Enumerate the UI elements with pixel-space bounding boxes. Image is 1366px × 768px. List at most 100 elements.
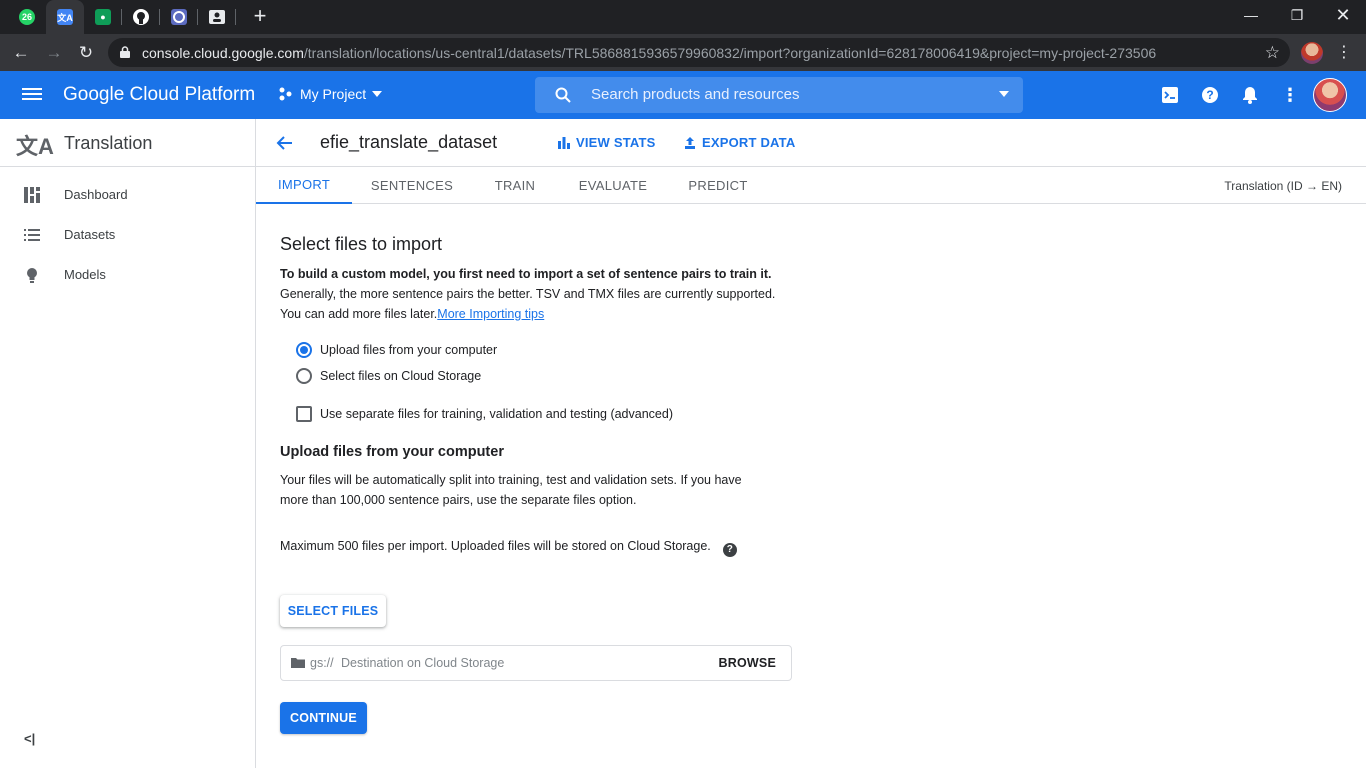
intro-line-3: You can add more files later. bbox=[280, 307, 438, 321]
radio-storage-option[interactable]: Select files on Cloud Storage bbox=[296, 368, 481, 384]
language-pair: Translation (ID → EN) bbox=[1224, 179, 1342, 193]
radio-unselected[interactable] bbox=[296, 368, 312, 384]
minimize-button[interactable]: — bbox=[1228, 0, 1274, 30]
tab-divider bbox=[235, 9, 236, 25]
max-files-note: Maximum 500 files per import. Uploaded f… bbox=[280, 536, 820, 557]
sidebar-item-label: Datasets bbox=[64, 227, 116, 242]
browse-button[interactable]: BROWSE bbox=[719, 656, 776, 670]
destination-field: gs:// BROWSE bbox=[280, 645, 792, 681]
tab-evaluate[interactable]: EVALUATE bbox=[568, 167, 658, 204]
browser-tab-contact[interactable] bbox=[198, 0, 236, 34]
restore-button[interactable]: ❐ bbox=[1274, 0, 1320, 30]
upload-desc-line-2: more than 100,000 sentence pairs, use th… bbox=[280, 493, 637, 507]
reload-button[interactable]: ↻ bbox=[73, 40, 99, 66]
radio-storage-label: Select files on Cloud Storage bbox=[320, 369, 482, 383]
chevron-down-icon bbox=[372, 91, 383, 97]
sidebar-item-label: Models bbox=[64, 267, 106, 282]
help-icon[interactable]: ? bbox=[1200, 85, 1220, 105]
github-icon bbox=[133, 9, 149, 25]
translate-icon: 文A bbox=[16, 134, 54, 159]
search-bar[interactable]: Search products and resources bbox=[535, 77, 1023, 113]
help-circle-icon[interactable]: ? bbox=[722, 543, 737, 557]
classroom-icon: ● bbox=[95, 9, 111, 25]
gcp-header: Google Cloud Platform My Project Search … bbox=[0, 71, 1366, 119]
url-path: /translation/locations/us-central1/datas… bbox=[303, 45, 1157, 61]
more-options-icon[interactable]: ⋮ bbox=[1280, 85, 1300, 105]
forward-nav-button[interactable]: → bbox=[41, 40, 67, 66]
back-arrow-icon[interactable] bbox=[274, 132, 296, 154]
select-files-button[interactable]: SELECT FILES bbox=[280, 595, 386, 627]
browser-profile-avatar[interactable] bbox=[1301, 42, 1323, 64]
tab-predict[interactable]: PREDICT bbox=[678, 167, 758, 204]
view-stats-button[interactable]: VIEW STATS bbox=[558, 135, 656, 150]
main-content: efie_translate_dataset VIEW STATS EXPORT… bbox=[256, 119, 1366, 768]
export-icon bbox=[685, 136, 695, 149]
app-icon bbox=[171, 9, 187, 25]
importing-tips-link[interactable]: More Importing tips bbox=[437, 307, 544, 321]
folder-icon bbox=[291, 658, 305, 668]
lightbulb-icon bbox=[27, 268, 37, 283]
export-data-button[interactable]: EXPORT DATA bbox=[684, 135, 795, 150]
url-text: console.cloud.google.com/translation/loc… bbox=[142, 45, 1156, 61]
browser-tab-strip: 26 文A ● + — ❐ ✕ bbox=[0, 0, 1366, 34]
sidebar-item-dashboard[interactable]: Dashboard bbox=[0, 175, 255, 215]
sidebar-item-datasets[interactable]: Datasets bbox=[0, 215, 255, 255]
upload-desc-line-1: Your files will be automatically split i… bbox=[280, 473, 742, 487]
dataset-tabs: IMPORT SENTENCES TRAIN EVALUATE PREDICT … bbox=[256, 167, 1366, 204]
collapse-sidebar-button[interactable]: <| bbox=[24, 731, 35, 746]
hamburger-menu-icon[interactable] bbox=[20, 85, 44, 105]
dashboard-icon bbox=[24, 187, 40, 203]
browser-menu-icon[interactable]: ⋮ bbox=[1336, 42, 1352, 62]
continue-button[interactable]: CONTINUE bbox=[280, 702, 367, 734]
whatsapp-icon: 26 bbox=[19, 9, 35, 25]
notifications-bell-icon[interactable] bbox=[1240, 85, 1260, 105]
browser-tab-whatsapp[interactable]: 26 bbox=[8, 0, 46, 34]
dataset-name: efie_translate_dataset bbox=[320, 132, 498, 152]
back-nav-button[interactable]: ← bbox=[8, 40, 34, 66]
browser-tab-translation[interactable]: 文A bbox=[46, 0, 84, 34]
intro-line-2: Generally, the more sentence pairs the b… bbox=[280, 287, 776, 301]
search-icon bbox=[555, 87, 571, 103]
intro-text: To build a custom model, you first need … bbox=[280, 264, 820, 324]
upload-description: Your files will be automatically split i… bbox=[280, 470, 800, 510]
tab-train[interactable]: TRAIN bbox=[482, 167, 548, 204]
export-data-label: EXPORT DATA bbox=[702, 135, 796, 150]
max-files-text: Maximum 500 files per import. Uploaded f… bbox=[280, 539, 711, 553]
tab-import[interactable]: IMPORT bbox=[256, 167, 352, 204]
browser-toolbar: ← → ↻ console.cloud.google.com/translati… bbox=[0, 34, 1366, 71]
project-icon bbox=[279, 87, 292, 101]
sidebar-item-models[interactable]: Models bbox=[0, 255, 255, 295]
address-bar[interactable]: console.cloud.google.com/translation/loc… bbox=[108, 38, 1290, 67]
radio-selected[interactable] bbox=[296, 342, 312, 358]
svg-text:?: ? bbox=[1206, 88, 1213, 102]
list-icon bbox=[24, 229, 40, 241]
search-dropdown-icon[interactable] bbox=[999, 91, 1009, 97]
view-stats-label: VIEW STATS bbox=[576, 135, 656, 150]
gs-prefix: gs:// bbox=[310, 656, 334, 670]
bookmark-star-icon[interactable]: ☆ bbox=[1265, 43, 1280, 63]
url-host: console.cloud.google.com bbox=[142, 45, 304, 61]
bar-chart-icon bbox=[558, 136, 570, 149]
dataset-title-bar: efie_translate_dataset VIEW STATS EXPORT… bbox=[256, 119, 1366, 167]
sidebar-header: 文A Translation bbox=[0, 119, 255, 167]
gcp-brand[interactable]: Google Cloud Platform bbox=[63, 84, 255, 106]
browser-tab-app[interactable] bbox=[160, 0, 198, 34]
lock-icon bbox=[120, 46, 130, 58]
section-title: Select files to import bbox=[280, 234, 443, 254]
project-selector[interactable]: My Project bbox=[278, 86, 383, 102]
separate-files-label: Use separate files for training, validat… bbox=[320, 407, 673, 421]
separate-files-option[interactable]: Use separate files for training, validat… bbox=[296, 406, 673, 422]
browser-tab-classroom[interactable]: ● bbox=[84, 0, 122, 34]
destination-input[interactable] bbox=[341, 653, 681, 673]
radio-upload-option[interactable]: Upload files from your computer bbox=[296, 342, 497, 358]
user-avatar[interactable] bbox=[1313, 78, 1347, 112]
cloud-shell-icon[interactable] bbox=[1160, 85, 1180, 105]
tab-sentences[interactable]: SENTENCES bbox=[360, 167, 464, 204]
translate-icon: 文A bbox=[57, 9, 73, 25]
close-window-button[interactable]: ✕ bbox=[1320, 0, 1366, 30]
radio-upload-label: Upload files from your computer bbox=[320, 343, 498, 357]
browser-tab-github[interactable] bbox=[122, 0, 160, 34]
separate-files-checkbox[interactable] bbox=[296, 406, 312, 422]
search-placeholder: Search products and resources bbox=[591, 86, 800, 103]
new-tab-button[interactable]: + bbox=[249, 5, 271, 27]
